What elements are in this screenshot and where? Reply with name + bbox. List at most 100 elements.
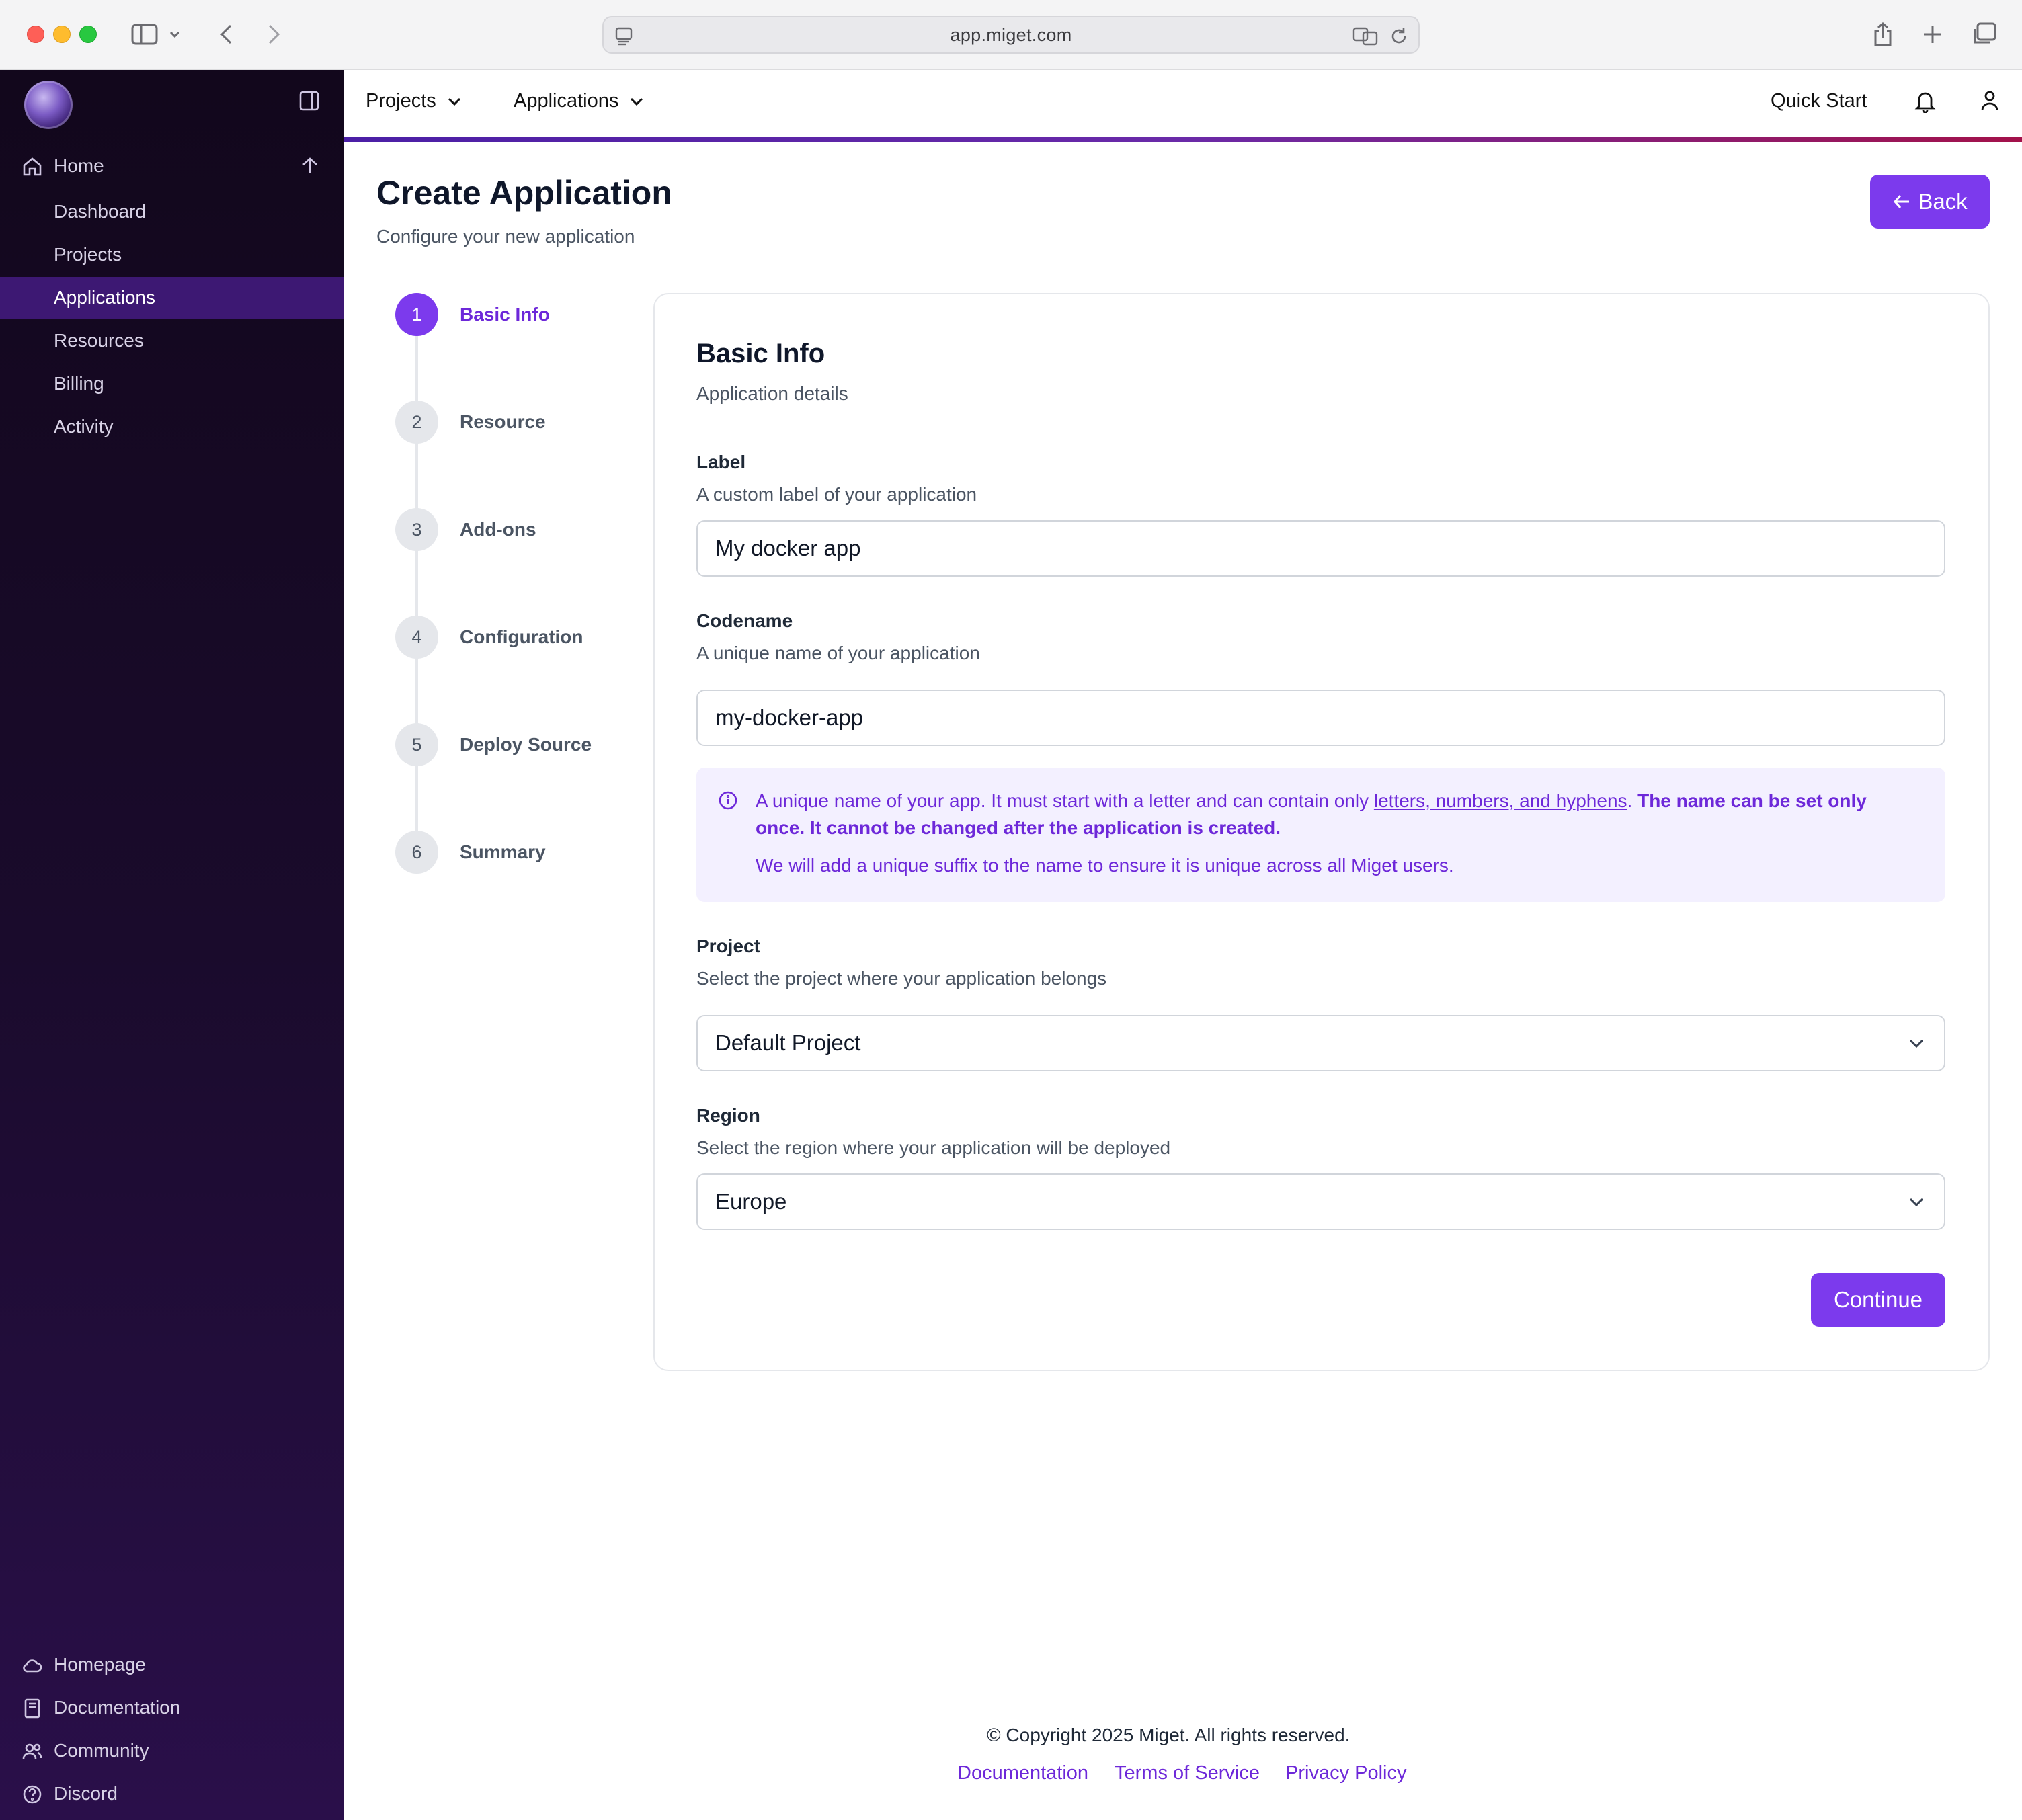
back-button[interactable]: Back <box>1870 175 1990 229</box>
topnav-gradient-divider <box>344 137 2022 142</box>
project-select-value: Default Project <box>715 1030 861 1055</box>
chevron-down-icon <box>631 97 643 106</box>
sidebar-item-projects[interactable]: Projects <box>0 234 344 276</box>
back-arrow-icon[interactable] <box>211 19 242 50</box>
region-select-value: Europe <box>715 1189 787 1214</box>
tab-overview-icon[interactable] <box>1968 19 1999 50</box>
step-label: Summary <box>460 841 546 862</box>
sidebar-item-resources[interactable]: Resources <box>0 320 344 362</box>
sidebar-item-billing[interactable]: Billing <box>0 363 344 405</box>
sidebar-link-label: Community <box>54 1740 149 1761</box>
page-icon <box>613 26 635 50</box>
codename-field-help: A unique name of your application <box>696 643 980 663</box>
home-icon <box>22 156 43 182</box>
project-field-title: Project <box>696 936 760 956</box>
step-deploy-source[interactable]: 5 Deploy Source <box>395 723 592 766</box>
step-configuration[interactable]: 4 Configuration <box>395 616 583 659</box>
sidebar-link-label: Homepage <box>54 1654 146 1675</box>
address-bar[interactable]: app.miget.com <box>602 16 1420 54</box>
step-resource[interactable]: 2 Resource <box>395 401 546 444</box>
sidebar-item-applications[interactable]: Applications <box>0 277 344 319</box>
sidebar-link-community[interactable]: Community <box>0 1730 344 1772</box>
region-select[interactable]: Europe <box>696 1173 1945 1230</box>
zoom-window-button[interactable] <box>79 26 97 43</box>
cloud-icon <box>22 1655 43 1681</box>
step-label: Deploy Source <box>460 734 592 755</box>
step-number: 1 <box>395 293 438 336</box>
sidebar-collapse-icon[interactable] <box>298 90 320 115</box>
sidebar-item-label: Dashboard <box>54 201 146 222</box>
sidebar-item-label: Applications <box>54 287 155 308</box>
info-text-mid: . <box>1627 790 1638 811</box>
project-select[interactable]: Default Project <box>696 1015 1945 1071</box>
card-subtitle: Application details <box>696 383 848 404</box>
footer-copyright: © Copyright 2025 Miget. All rights reser… <box>987 1725 1350 1745</box>
help-circle-icon <box>22 1784 43 1810</box>
step-label: Configuration <box>460 626 583 647</box>
sidebar: Home Dashboard Projects Applications Res… <box>0 70 344 1820</box>
bell-icon[interactable] <box>1914 89 1936 116</box>
miget-logo[interactable] <box>24 81 73 129</box>
codename-input[interactable] <box>696 690 1945 746</box>
chevron-down-icon <box>1906 1034 1927 1059</box>
sidebar-link-homepage[interactable]: Homepage <box>0 1644 344 1686</box>
naming-rules-link[interactable]: letters, numbers, and hyphens <box>1374 790 1627 811</box>
sidebar-item-label: Home <box>54 155 104 176</box>
label-input[interactable] <box>696 520 1945 577</box>
arrow-up-icon[interactable] <box>300 156 320 181</box>
sidebar-link-documentation[interactable]: Documentation <box>0 1687 344 1729</box>
share-icon[interactable] <box>1867 19 1898 50</box>
codename-field-title: Codename <box>696 610 793 631</box>
back-button-label: Back <box>1918 189 1968 214</box>
project-field-help: Select the project where your applicatio… <box>696 968 1107 989</box>
step-basic-info[interactable]: 1 Basic Info <box>395 293 550 336</box>
info-text: A unique name of your app. It must start… <box>756 788 1918 841</box>
step-label: Add-ons <box>460 519 536 540</box>
step-summary[interactable]: 6 Summary <box>395 831 546 874</box>
user-icon[interactable] <box>1979 89 2000 116</box>
sidebar-item-dashboard[interactable]: Dashboard <box>0 191 344 233</box>
users-icon <box>22 1741 43 1767</box>
region-field-title: Region <box>696 1105 760 1126</box>
sidebar-item-home[interactable]: Home <box>0 145 344 187</box>
minimize-window-button[interactable] <box>53 26 71 43</box>
book-icon <box>22 1698 43 1724</box>
info-text-start: A unique name of your app. It must start… <box>756 790 1374 811</box>
sidebar-item-activity[interactable]: Activity <box>0 406 344 448</box>
forward-arrow-icon[interactable] <box>258 19 289 50</box>
info-icon <box>718 790 738 814</box>
quick-start-link[interactable]: Quick Start <box>1771 90 1867 112</box>
arrow-left-icon <box>1894 195 1910 208</box>
footer-link-documentation[interactable]: Documentation <box>957 1762 1088 1784</box>
chevron-down-icon[interactable] <box>167 19 183 50</box>
footer-link-terms[interactable]: Terms of Service <box>1115 1762 1260 1784</box>
step-add-ons[interactable]: 3 Add-ons <box>395 508 536 551</box>
step-number: 2 <box>395 401 438 444</box>
projects-menu[interactable]: Projects <box>366 90 462 112</box>
reload-icon[interactable] <box>1389 26 1409 50</box>
quick-start-label: Quick Start <box>1771 90 1867 112</box>
chevron-down-icon <box>448 97 460 106</box>
translate-icon[interactable] <box>1352 26 1378 50</box>
sidebar-item-label: Billing <box>54 373 104 394</box>
sidebar-link-discord[interactable]: Discord <box>0 1773 344 1815</box>
page-subtitle: Configure your new application <box>376 226 635 247</box>
step-number: 6 <box>395 831 438 874</box>
url-text: app.miget.com <box>950 24 1072 45</box>
step-number: 5 <box>395 723 438 766</box>
page-title: Create Application <box>376 174 672 212</box>
region-field-help: Select the region where your application… <box>696 1137 1171 1158</box>
label-field-title: Label <box>696 452 746 472</box>
footer-link-privacy[interactable]: Privacy Policy <box>1285 1762 1407 1784</box>
applications-menu-label: Applications <box>514 90 619 112</box>
close-window-button[interactable] <box>27 26 44 43</box>
projects-menu-label: Projects <box>366 90 436 112</box>
codename-info-alert: A unique name of your app. It must start… <box>696 768 1945 902</box>
new-tab-icon[interactable] <box>1917 19 1948 50</box>
applications-menu[interactable]: Applications <box>514 90 644 112</box>
step-number: 3 <box>395 508 438 551</box>
continue-button[interactable]: Continue <box>1811 1273 1945 1327</box>
step-number: 4 <box>395 616 438 659</box>
sidebar-toggle-icon[interactable] <box>129 19 160 50</box>
step-label: Resource <box>460 411 546 432</box>
